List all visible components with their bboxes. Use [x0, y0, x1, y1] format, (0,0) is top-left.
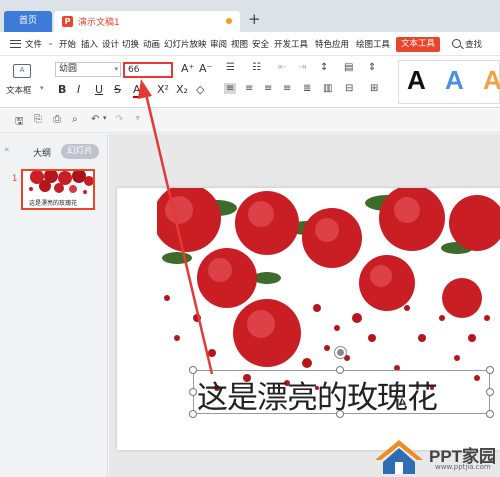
- watermark: PPT家园 www.pptjia.com: [373, 436, 500, 477]
- annotation-arrow: [138, 79, 214, 375]
- watermark-url: www.pptjia.com: [435, 463, 491, 471]
- house-logo-icon: [375, 440, 423, 474]
